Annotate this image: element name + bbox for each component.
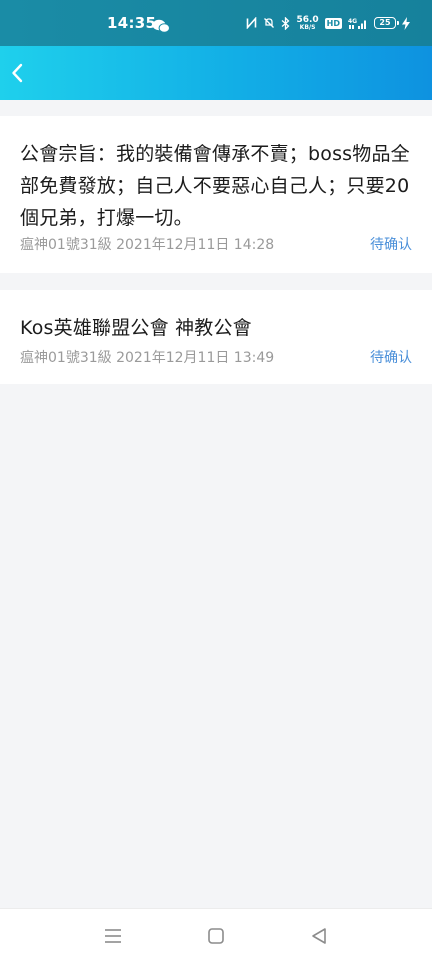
app-header: 14:35 56.0 KB/S HD 4G 25 <box>0 0 432 100</box>
menu-icon[interactable] <box>103 926 123 946</box>
signal-label: 4G <box>348 18 357 25</box>
charging-icon <box>402 16 410 30</box>
item-author: 瘟神01號31級 <box>20 237 112 253</box>
triangle-back-icon[interactable] <box>309 926 329 946</box>
wechat-icon <box>152 19 170 33</box>
item-title: 公會宗旨：我的裝備會傳承不賣；boss物品全部免費發放；自己人不要惡心自己人；只… <box>20 143 410 229</box>
request-list: 公會宗旨：我的裝備會傳承不賣；boss物品全部免費發放；自己人不要惡心自己人；只… <box>0 116 432 384</box>
net-speed-unit: KB/S <box>299 23 316 31</box>
square-home-icon[interactable] <box>206 926 226 946</box>
status-time: 14:35 <box>107 14 157 32</box>
pending-confirm-button[interactable]: 待确认 <box>370 234 412 254</box>
signal-icon: 4G <box>348 18 366 29</box>
net-speed: 56.0 KB/S <box>296 14 319 31</box>
item-timestamp: 2021年12月11日 14:28 <box>116 237 275 253</box>
back-button[interactable] <box>6 58 28 88</box>
chevron-left-icon <box>12 63 23 83</box>
screen: 14:35 56.0 KB/S HD 4G 25 公會宗旨：我的裝備會傳承不賣；… <box>0 0 432 960</box>
pending-confirm-button[interactable]: 待确认 <box>370 347 412 367</box>
item-timestamp: 2021年12月11日 13:49 <box>116 350 275 366</box>
battery-icon: 25 <box>374 17 399 29</box>
hd-badge: HD <box>324 17 342 29</box>
bluetooth-icon <box>282 16 290 30</box>
status-icons: 56.0 KB/S HD 4G 25 <box>246 14 410 32</box>
item-title: Kos英雄聯盟公會 神教公會 <box>20 317 252 339</box>
net-speed-value: 56.0 <box>296 14 319 25</box>
item-info: 瘟神01號31級 2021年12月11日 14:28 <box>20 234 274 254</box>
status-bar: 14:35 56.0 KB/S HD 4G 25 <box>0 0 432 46</box>
list-item[interactable]: 公會宗旨：我的裝備會傳承不賣；boss物品全部免費發放；自己人不要惡心自己人；只… <box>0 116 432 273</box>
item-meta: 瘟神01號31級 2021年12月11日 14:28 待确认 <box>20 234 412 254</box>
nfc-icon <box>247 17 257 29</box>
battery-level: 25 <box>379 18 391 27</box>
system-nav-bar <box>0 908 432 960</box>
list-item[interactable]: Kos英雄聯盟公會 神教公會 瘟神01號31級 2021年12月11日 13:4… <box>0 290 432 384</box>
mute-bell-icon <box>264 18 275 28</box>
item-author: 瘟神01號31級 <box>20 350 112 366</box>
item-info: 瘟神01號31級 2021年12月11日 13:49 <box>20 347 274 367</box>
item-meta: 瘟神01號31級 2021年12月11日 13:49 待确认 <box>20 347 412 367</box>
